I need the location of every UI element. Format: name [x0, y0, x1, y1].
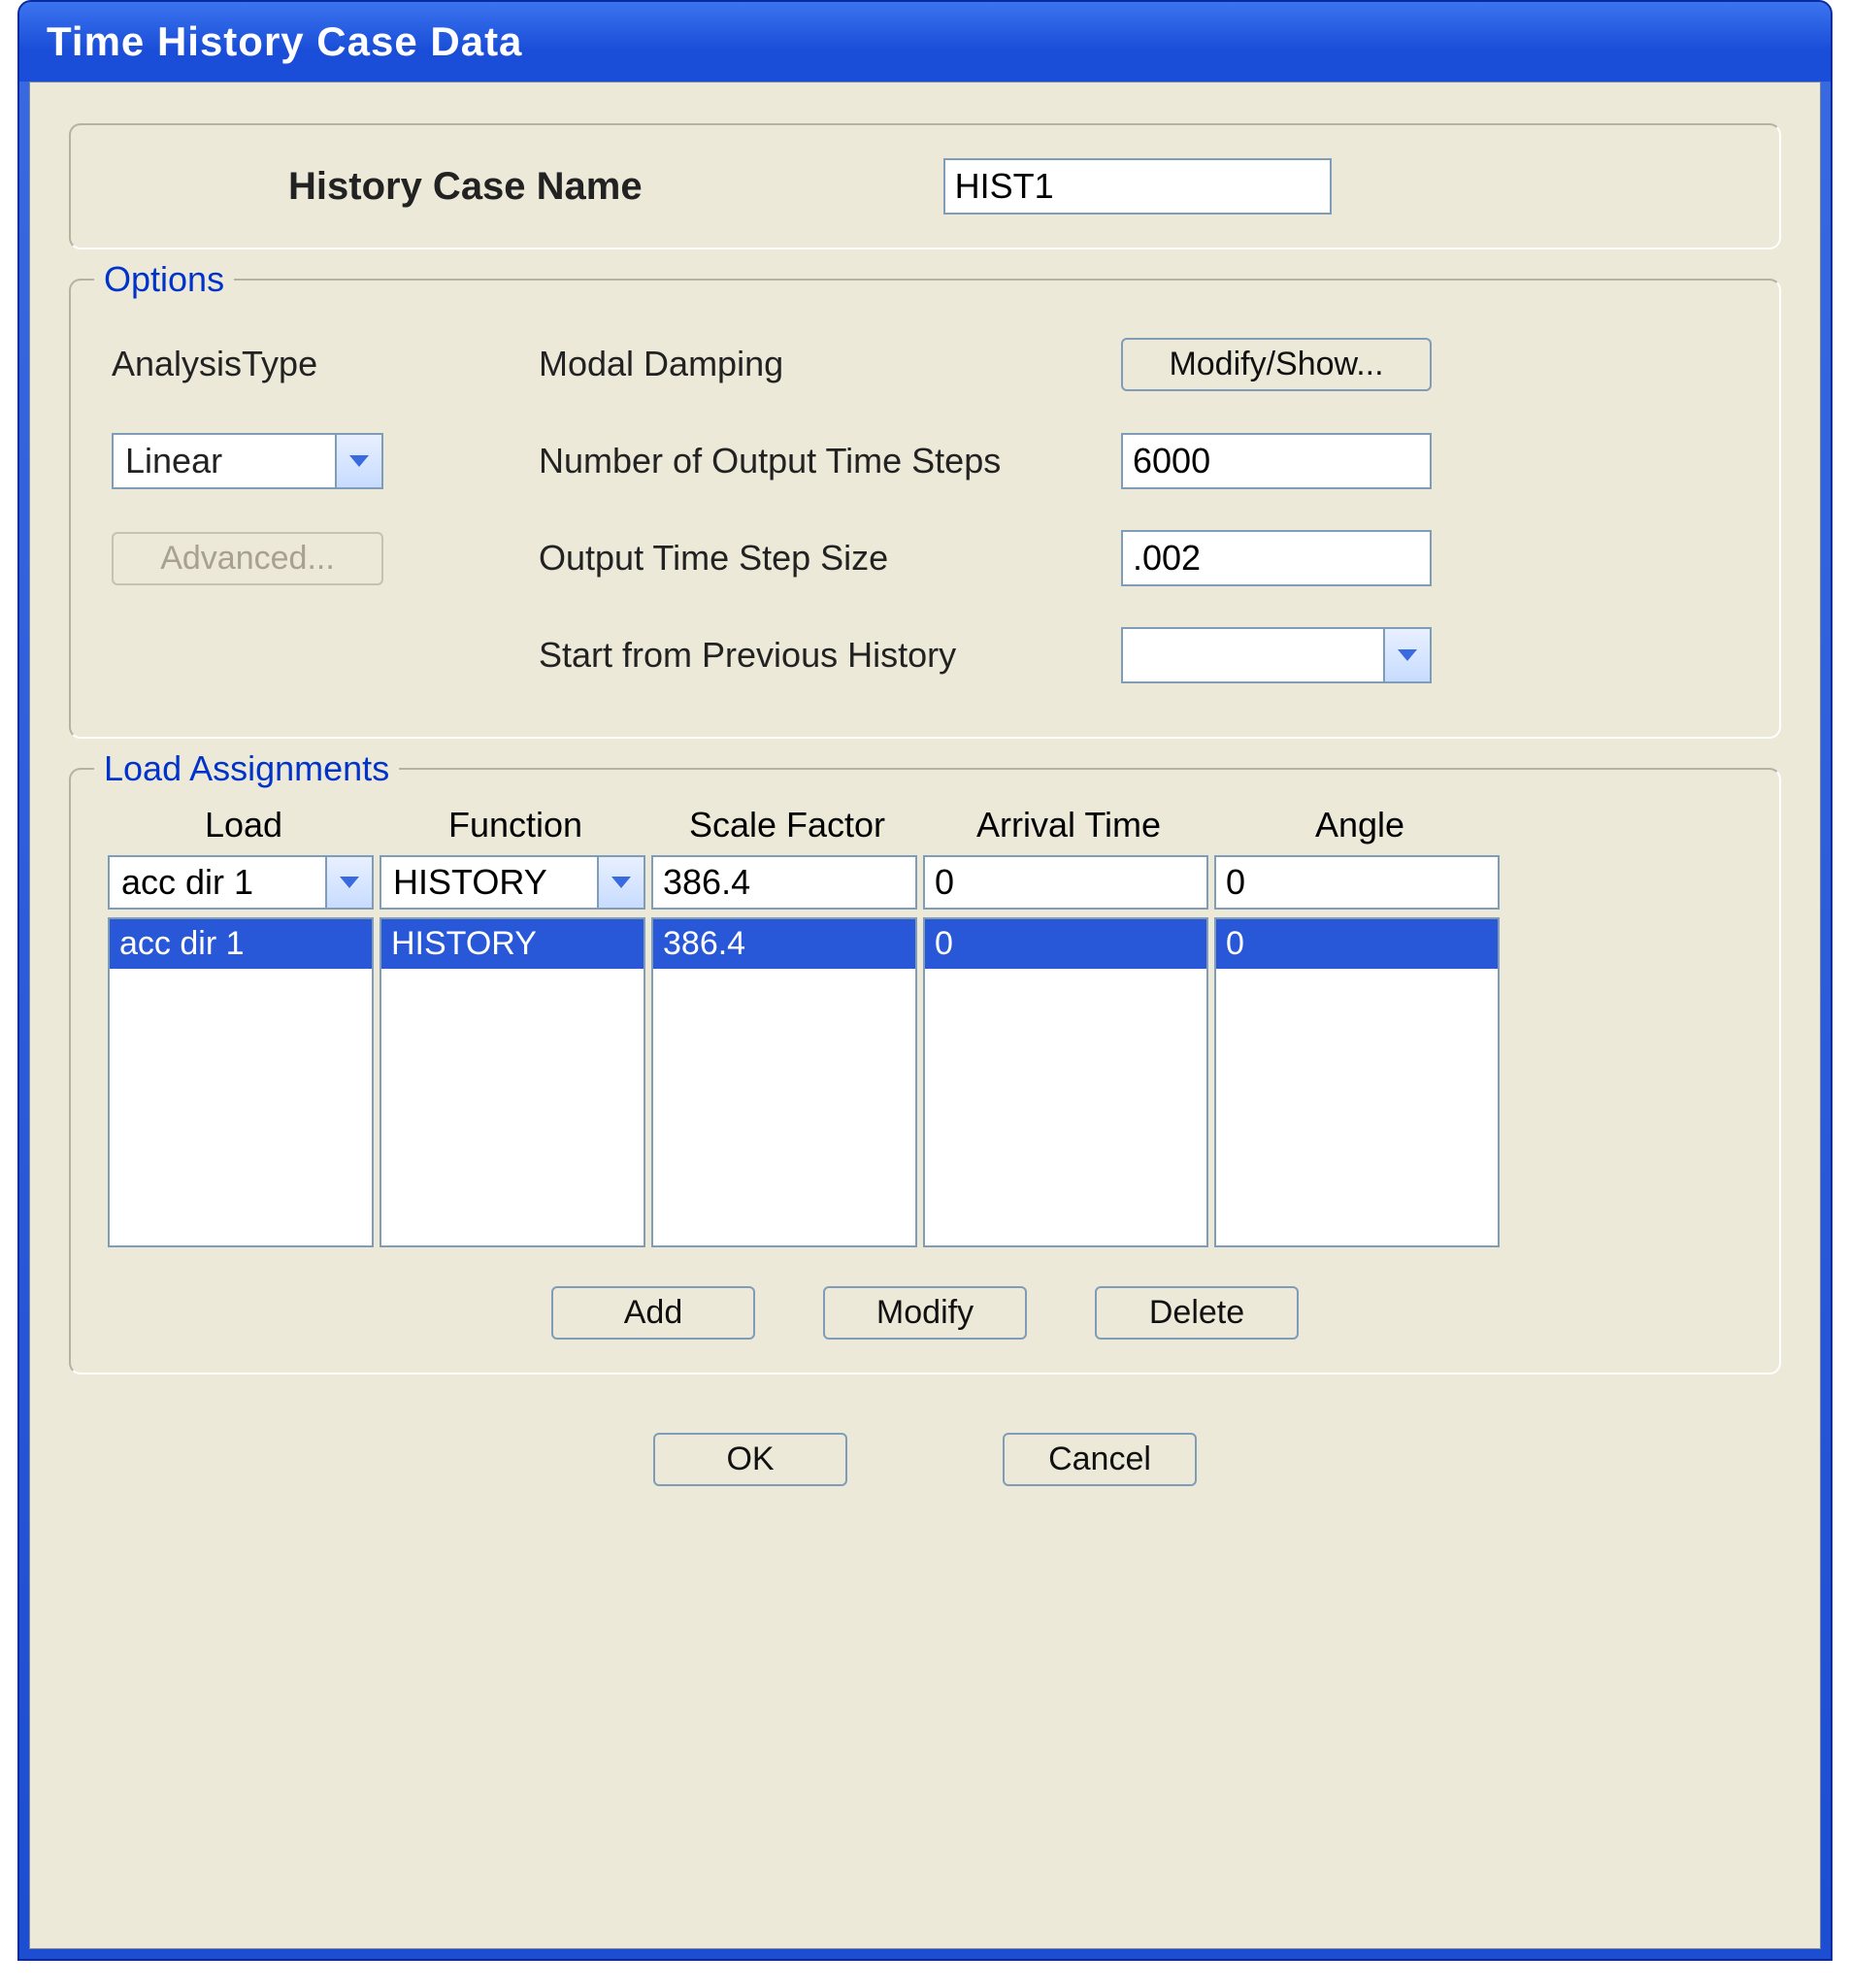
cancel-button[interactable]: Cancel [1003, 1433, 1197, 1486]
chevron-down-icon [1383, 629, 1430, 681]
header-scale: Scale Factor [651, 805, 923, 845]
analysis-type-label: AnalysisType [104, 344, 539, 384]
options-legend: Options [94, 259, 234, 300]
case-name-input[interactable] [943, 158, 1332, 215]
case-name-group: History Case Name [69, 123, 1781, 249]
add-button[interactable]: Add [551, 1286, 755, 1340]
ok-button[interactable]: OK [653, 1433, 847, 1486]
modify-show-button[interactable]: Modify/Show... [1121, 338, 1432, 391]
chevron-down-icon [325, 857, 372, 908]
prev-history-label: Start from Previous History [539, 635, 1121, 676]
scale-listbox[interactable]: 386.4 [651, 917, 917, 1247]
modify-button[interactable]: Modify [823, 1286, 1027, 1340]
delete-button[interactable]: Delete [1095, 1286, 1299, 1340]
loads-legend: Load Assignments [94, 748, 399, 789]
load-select-value: acc dir 1 [121, 862, 325, 903]
function-select[interactable]: HISTORY [380, 855, 645, 910]
header-function: Function [380, 805, 651, 845]
time-history-dialog: Time History Case Data History Case Name… [17, 0, 1832, 1961]
list-item[interactable]: acc dir 1 [110, 919, 372, 969]
load-listbox[interactable]: acc dir 1 [108, 917, 374, 1247]
advanced-button: Advanced... [112, 532, 383, 585]
prev-history-select[interactable] [1121, 627, 1432, 683]
num-steps-input[interactable] [1121, 433, 1432, 489]
analysis-type-select[interactable]: Linear [112, 433, 383, 489]
arrival-listbox[interactable]: 0 [923, 917, 1208, 1247]
num-steps-label: Number of Output Time Steps [539, 441, 1121, 481]
step-size-label: Output Time Step Size [539, 538, 1121, 579]
load-assignments-group: Load Assignments Load Function Scale Fac… [69, 768, 1781, 1375]
loads-listboxes: acc dir 1 HISTORY 386.4 0 0 [104, 910, 1746, 1247]
titlebar[interactable]: Time History Case Data [19, 2, 1831, 82]
header-load: Load [108, 805, 380, 845]
loads-headers: Load Function Scale Factor Arrival Time … [104, 805, 1746, 855]
arrival-input[interactable] [923, 855, 1208, 910]
header-angle: Angle [1214, 805, 1505, 845]
list-item[interactable]: 386.4 [653, 919, 915, 969]
options-group: Options AnalysisType Modal Damping Modif… [69, 279, 1781, 739]
function-select-value: HISTORY [393, 862, 597, 903]
list-item[interactable]: HISTORY [381, 919, 644, 969]
load-select[interactable]: acc dir 1 [108, 855, 374, 910]
case-name-label: History Case Name [288, 165, 643, 209]
list-item[interactable]: 0 [925, 919, 1206, 969]
analysis-type-value: Linear [125, 441, 335, 481]
client-area: History Case Name Options AnalysisType M… [29, 82, 1821, 1949]
window-title: Time History Case Data [47, 18, 522, 65]
step-size-input[interactable] [1121, 530, 1432, 586]
chevron-down-icon [597, 857, 644, 908]
header-arrival: Arrival Time [923, 805, 1214, 845]
loads-input-row: acc dir 1 HISTORY [104, 855, 1746, 910]
dialog-footer: OK Cancel [69, 1433, 1781, 1486]
scale-input[interactable] [651, 855, 917, 910]
angle-input[interactable] [1214, 855, 1500, 910]
angle-listbox[interactable]: 0 [1214, 917, 1500, 1247]
list-item[interactable]: 0 [1216, 919, 1498, 969]
function-listbox[interactable]: HISTORY [380, 917, 645, 1247]
chevron-down-icon [335, 435, 381, 487]
modal-damping-label: Modal Damping [539, 344, 1121, 384]
